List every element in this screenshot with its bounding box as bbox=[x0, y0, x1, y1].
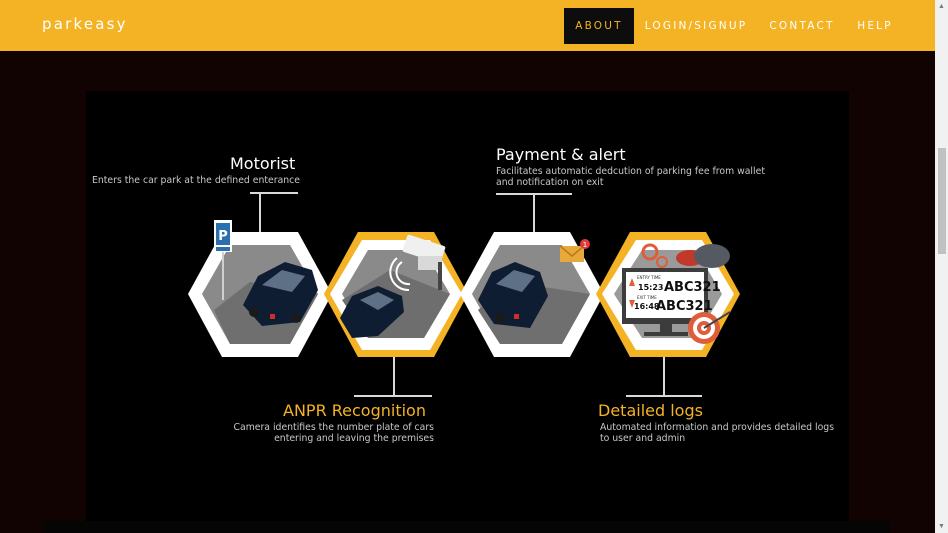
svg-text:ABC321: ABC321 bbox=[664, 280, 721, 295]
scroll-thumb[interactable] bbox=[938, 148, 946, 254]
page-scrollbar[interactable]: ▲ ▼ bbox=[935, 0, 948, 533]
logs-description: Automated information and provides detai… bbox=[600, 422, 835, 444]
anpr-description: Camera identifies the number plate of ca… bbox=[233, 422, 434, 444]
logs-hexagon: ENTRY TIME 15:23 ABC321 EXIT TIME 16:48 … bbox=[596, 232, 740, 357]
anpr-hexagon bbox=[324, 232, 468, 357]
scroll-up-arrow-icon[interactable]: ▲ bbox=[935, 0, 948, 13]
svg-text:ABC321: ABC321 bbox=[656, 299, 713, 314]
motorist-description: Enters the car park at the defined enter… bbox=[92, 175, 300, 186]
svg-text:P: P bbox=[218, 229, 228, 244]
process-diagram: P 1 ENTRY TIME 15:23 ABC321 EXIT TIME 16… bbox=[188, 192, 740, 397]
target-icon bbox=[688, 311, 731, 344]
motorist-hexagon: P bbox=[188, 220, 332, 357]
anpr-title: ANPR Recognition bbox=[283, 401, 426, 420]
motorist-title: Motorist bbox=[230, 154, 296, 173]
payment-title: Payment & alert bbox=[496, 145, 626, 164]
svg-text:15:23: 15:23 bbox=[638, 283, 663, 292]
payment-description: Facilitates automatic dedcution of parki… bbox=[496, 166, 765, 188]
svg-text:1: 1 bbox=[583, 241, 587, 249]
svg-text:ENTRY TIME: ENTRY TIME bbox=[637, 275, 661, 280]
logs-title: Detailed logs bbox=[598, 401, 703, 420]
cloud-icon bbox=[694, 244, 730, 268]
scroll-down-arrow-icon[interactable]: ▼ bbox=[935, 520, 948, 533]
payment-hexagon: 1 bbox=[460, 232, 604, 357]
svg-text:EXIT TIME: EXIT TIME bbox=[637, 295, 657, 300]
